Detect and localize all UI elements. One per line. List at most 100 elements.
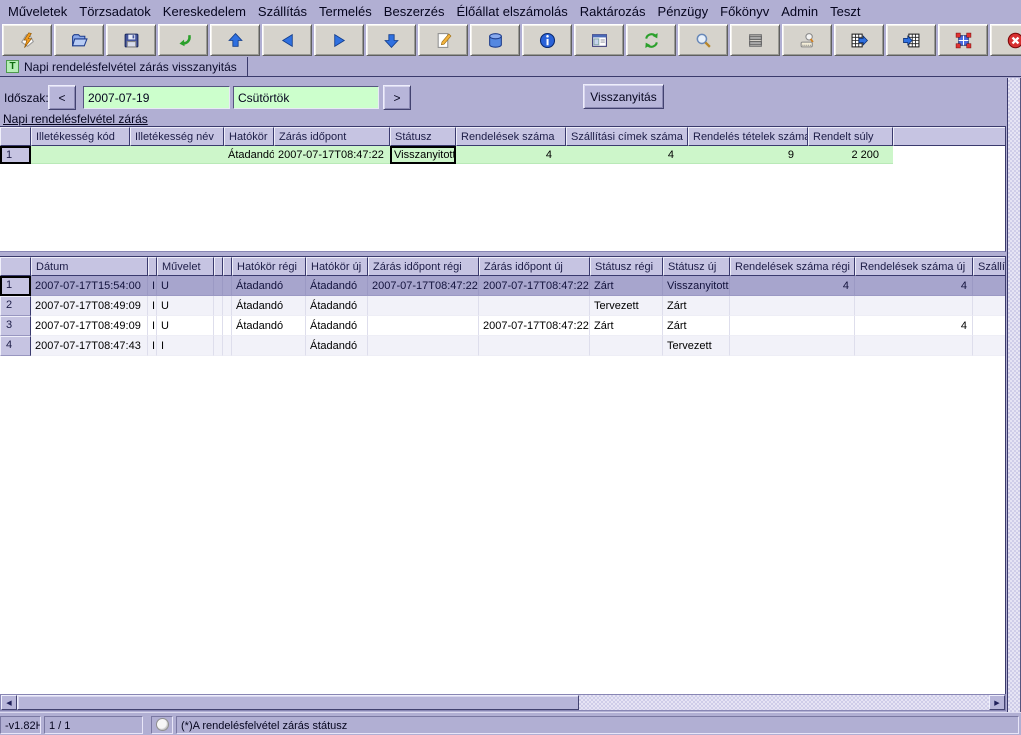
cell[interactable] <box>223 336 232 356</box>
column-header-szallita[interactable]: Szállítá <box>973 257 1006 276</box>
cell[interactable]: U <box>157 296 214 316</box>
prev-record-button[interactable] <box>262 24 312 56</box>
open-button[interactable] <box>54 24 104 56</box>
horizontal-scrollbar[interactable]: ◀ ▶ <box>0 694 1006 711</box>
cell[interactable]: 4 <box>855 276 973 296</box>
column-header-zaras-idopont[interactable]: Zárás időpont <box>274 127 390 146</box>
cell[interactable] <box>214 296 223 316</box>
cell[interactable]: 2 200 <box>808 146 893 164</box>
cell[interactable] <box>730 316 855 336</box>
last-record-button[interactable] <box>366 24 416 56</box>
calculator-button[interactable] <box>782 24 832 56</box>
cell[interactable]: Átadandó <box>232 276 306 296</box>
cell[interactable] <box>855 336 973 356</box>
undo-button[interactable] <box>158 24 208 56</box>
next-day-button[interactable]: > <box>383 85 411 110</box>
menu-item-termeles[interactable]: Termelés <box>313 2 378 21</box>
menu-item-fokonyv[interactable]: Főkönyv <box>714 2 775 21</box>
menu-item-raktarozas[interactable]: Raktározás <box>574 2 652 21</box>
menu-item-torzsadatok[interactable]: Törzsadatok <box>73 2 157 21</box>
menu-item-kereskedelem[interactable]: Kereskedelem <box>157 2 252 21</box>
first-record-button[interactable] <box>210 24 260 56</box>
info-button[interactable] <box>522 24 572 56</box>
cell[interactable] <box>214 336 223 356</box>
search-button[interactable] <box>678 24 728 56</box>
cell[interactable]: Tervezett <box>663 336 730 356</box>
scroll-left-button[interactable]: ◀ <box>1 695 17 710</box>
cell[interactable]: 2007-07-17T15:54:00 <box>31 276 148 296</box>
cell[interactable]: Visszanyitott <box>390 146 456 164</box>
cell[interactable] <box>479 296 590 316</box>
menu-item-eloallat-elszamolas[interactable]: Élőállat elszámolás <box>451 2 574 21</box>
column-header-statusz-uj[interactable]: Státusz új <box>663 257 730 276</box>
cell[interactable] <box>368 336 479 356</box>
cell[interactable]: I <box>157 336 214 356</box>
column-header-muvelet[interactable]: Művelet <box>157 257 214 276</box>
cell[interactable] <box>590 336 663 356</box>
column-header-blank[interactable] <box>214 257 223 276</box>
cell[interactable]: 2007-07-17T08:49:09 <box>31 296 148 316</box>
vertical-scrollbar[interactable] <box>1007 78 1021 712</box>
cell[interactable] <box>232 336 306 356</box>
cell[interactable]: Zárt <box>663 316 730 336</box>
cell[interactable]: Átadandó <box>306 296 368 316</box>
reopen-button[interactable]: Visszanyitás <box>583 84 664 109</box>
cell[interactable]: 4 <box>730 276 855 296</box>
cell[interactable]: Átadandó <box>306 276 368 296</box>
cell[interactable]: 2007-07-17T08:47:22 <box>368 276 479 296</box>
menu-item-admin[interactable]: Admin <box>775 2 824 21</box>
column-header-statusz[interactable]: Státusz <box>390 127 456 146</box>
prev-day-button[interactable]: < <box>48 85 76 110</box>
cell[interactable] <box>973 276 1006 296</box>
cell[interactable]: Zárt <box>590 276 663 296</box>
cell[interactable]: 2007-07-17T08:47:22 <box>479 316 590 336</box>
cell[interactable]: I <box>148 336 157 356</box>
column-header-hatokor[interactable]: Hatókör <box>224 127 274 146</box>
cell[interactable]: I <box>148 296 157 316</box>
cell[interactable]: Átadandó <box>232 296 306 316</box>
print-button[interactable] <box>730 24 780 56</box>
cell[interactable] <box>31 146 130 164</box>
column-header-zaras-idopont-regi[interactable]: Zárás időpont régi <box>368 257 479 276</box>
cell[interactable]: 4 <box>855 316 973 336</box>
cell[interactable]: U <box>157 316 214 336</box>
horizontal-scrollbar-thumb[interactable] <box>17 695 579 710</box>
column-header-zaras-idopont-uj[interactable]: Zárás időpont új <box>479 257 590 276</box>
cell[interactable] <box>368 316 479 336</box>
row-number-cell[interactable]: 4 <box>0 336 31 356</box>
menu-item-teszt[interactable]: Teszt <box>824 2 866 21</box>
row-number-cell[interactable]: 2 <box>0 296 31 316</box>
column-header-rendelesek-szama-regi[interactable]: Rendelések száma régi <box>730 257 855 276</box>
cell[interactable]: Zárt <box>663 296 730 316</box>
column-header-rendelesek-szama-uj[interactable]: Rendelések száma új <box>855 257 973 276</box>
cell[interactable]: 4 <box>566 146 688 164</box>
cell[interactable]: 2007-07-17T08:47:22 <box>479 276 590 296</box>
column-header-hatokor-uj[interactable]: Hatókör új <box>306 257 368 276</box>
cell[interactable]: Átadandó <box>232 316 306 336</box>
scroll-right-button[interactable]: ▶ <box>989 695 1005 710</box>
menu-item-penzugy[interactable]: Pénzügy <box>652 2 715 21</box>
column-header-datum[interactable]: Dátum <box>31 257 148 276</box>
cell[interactable] <box>368 296 479 316</box>
column-header-blank[interactable] <box>223 257 232 276</box>
cell[interactable]: U <box>157 276 214 296</box>
row-number-cell[interactable]: 1 <box>0 276 31 296</box>
cell[interactable]: 2007-07-17T08:49:09 <box>31 316 148 336</box>
column-header-szallitasi-cimek-szama[interactable]: Szállítási címek száma <box>566 127 688 146</box>
cell[interactable]: 4 <box>456 146 566 164</box>
date-field[interactable] <box>83 86 230 109</box>
column-header-illetekesseg-kod[interactable]: Illetékesség kód <box>31 127 130 146</box>
cell[interactable]: Visszanyitott <box>663 276 730 296</box>
column-header-rendelesek-szama[interactable]: Rendelések száma <box>456 127 566 146</box>
menu-item-beszerzes[interactable]: Beszerzés <box>378 2 451 21</box>
column-header-blank[interactable] <box>148 257 157 276</box>
cell[interactable]: I <box>148 276 157 296</box>
cell[interactable] <box>973 316 1006 336</box>
save-button[interactable] <box>106 24 156 56</box>
cell[interactable] <box>130 146 224 164</box>
database-button[interactable] <box>470 24 520 56</box>
import-table-button[interactable] <box>886 24 936 56</box>
next-record-button[interactable] <box>314 24 364 56</box>
column-header-statusz-regi[interactable]: Státusz régi <box>590 257 663 276</box>
edit-button[interactable] <box>418 24 468 56</box>
